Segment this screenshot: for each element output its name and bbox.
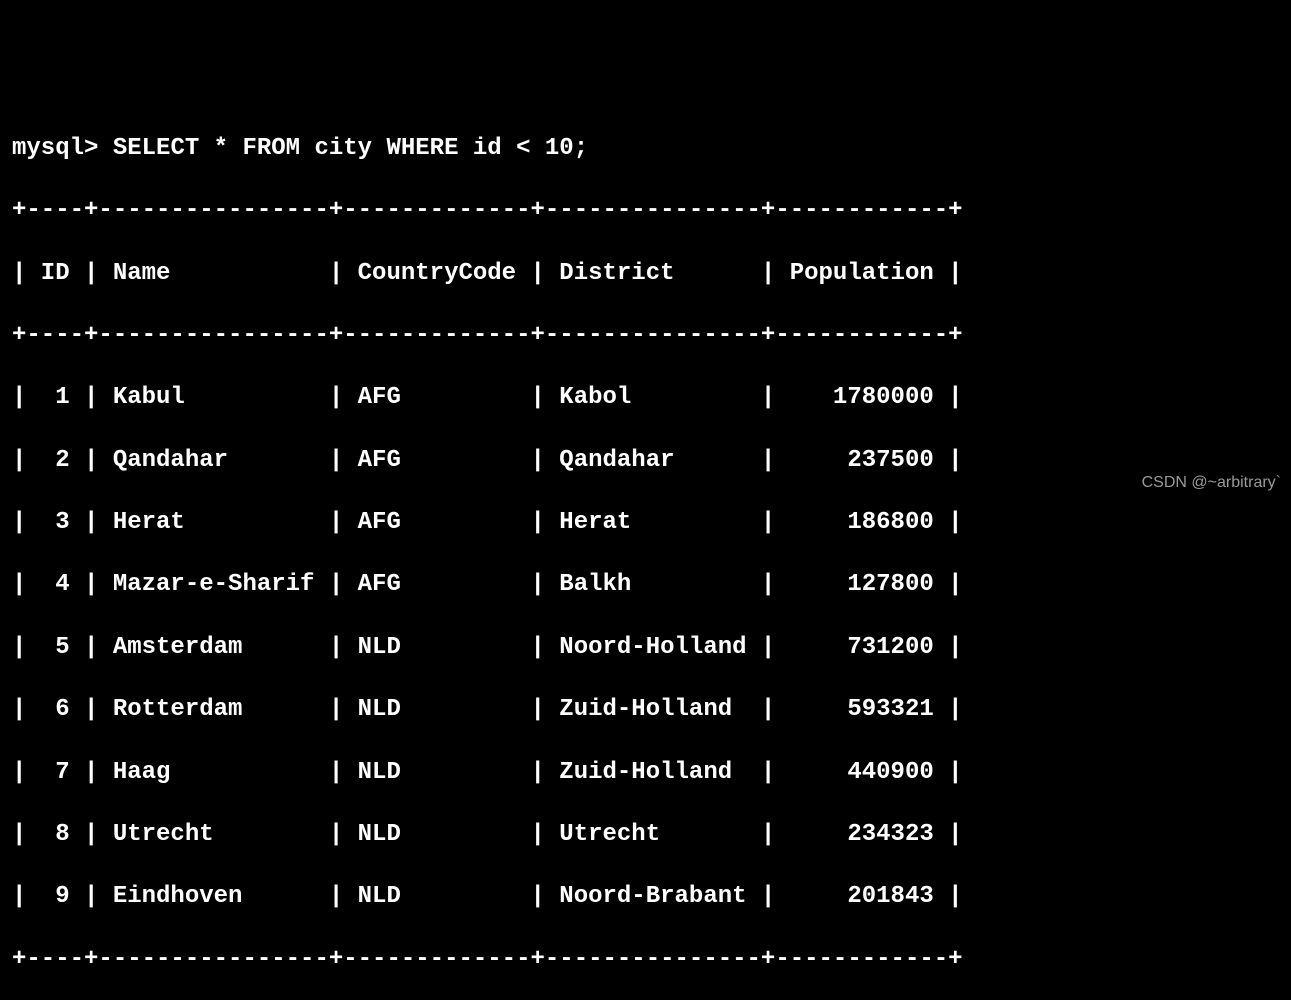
mysql-query: SELECT * FROM city WHERE id < 10;	[113, 135, 588, 162]
table-row: | 3 | Herat | AFG | Herat | 186800 |	[12, 507, 1279, 538]
table-row: | 2 | Qandahar | AFG | Qandahar | 237500…	[12, 445, 1279, 476]
table-row: | 1 | Kabul | AFG | Kabol | 1780000 |	[12, 382, 1279, 413]
table-row: | 6 | Rotterdam | NLD | Zuid-Holland | 5…	[12, 694, 1279, 725]
table-header-border: +----+----------------+-------------+---…	[12, 320, 1279, 351]
mysql-prompt-line: mysql> SELECT * FROM city WHERE id < 10;	[12, 133, 1279, 164]
table-row: | 8 | Utrecht | NLD | Utrecht | 234323 |	[12, 819, 1279, 850]
mysql-prompt-prefix: mysql>	[12, 135, 113, 162]
table-bottom-border: +----+----------------+-------------+---…	[12, 944, 1279, 975]
table-header-row: | ID | Name | CountryCode | District | P…	[12, 258, 1279, 289]
table-row: | 4 | Mazar-e-Sharif | AFG | Balkh | 127…	[12, 569, 1279, 600]
watermark-text: CSDN @~arbitrary`	[1142, 473, 1281, 494]
table-row: | 9 | Eindhoven | NLD | Noord-Brabant | …	[12, 881, 1279, 912]
table-row: | 7 | Haag | NLD | Zuid-Holland | 440900…	[12, 757, 1279, 788]
table-top-border: +----+----------------+-------------+---…	[12, 195, 1279, 226]
table-row: | 5 | Amsterdam | NLD | Noord-Holland | …	[12, 632, 1279, 663]
